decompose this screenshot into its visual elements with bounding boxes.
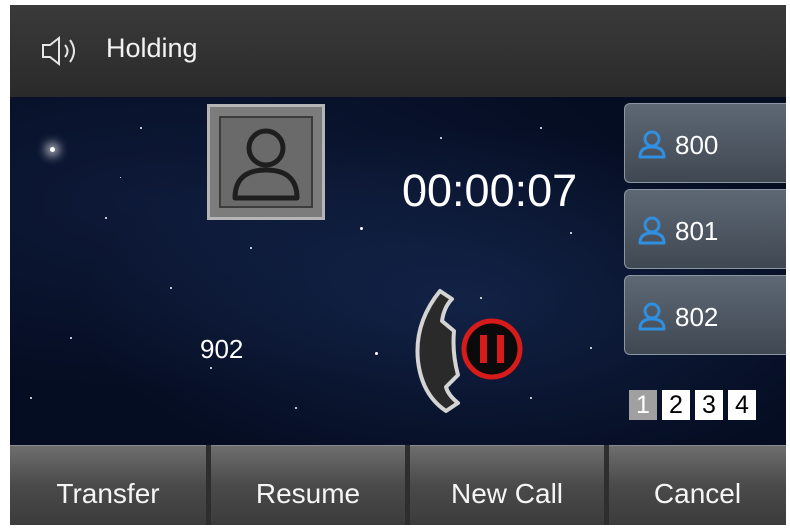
line-key-label: 801 bbox=[675, 216, 719, 246]
line-key-label: 802 bbox=[675, 302, 719, 332]
line-key-802[interactable]: 802 bbox=[624, 275, 786, 355]
person-icon bbox=[232, 128, 300, 201]
contact-icon bbox=[638, 130, 666, 159]
contact-icon bbox=[638, 302, 666, 331]
resume-button[interactable]: Resume bbox=[211, 445, 405, 525]
line-key-801[interactable]: 801 bbox=[624, 189, 786, 269]
line-key-800[interactable]: 800 bbox=[624, 103, 786, 183]
call-state-title: Holding bbox=[106, 33, 198, 63]
call-hold-icon bbox=[415, 289, 523, 413]
call-duration: 00:00:07 bbox=[402, 165, 578, 216]
line-key-label: 800 bbox=[675, 130, 719, 160]
new-call-button[interactable]: New Call bbox=[410, 445, 604, 525]
status-header: Holding bbox=[10, 5, 786, 98]
cancel-button[interactable]: Cancel bbox=[609, 445, 786, 525]
phone-screen: Holding 00:00:07 902 800 801 802 1 2 3 4… bbox=[10, 5, 786, 525]
page-indicator: 1 2 3 4 bbox=[629, 390, 781, 420]
page-4[interactable]: 4 bbox=[728, 390, 756, 420]
page-2[interactable]: 2 bbox=[662, 390, 690, 420]
page-1[interactable]: 1 bbox=[629, 390, 657, 420]
contact-avatar bbox=[207, 104, 325, 220]
page-3[interactable]: 3 bbox=[695, 390, 723, 420]
speaker-icon bbox=[42, 35, 75, 67]
transfer-button[interactable]: Transfer bbox=[10, 445, 206, 525]
contact-icon bbox=[638, 216, 666, 245]
remote-number: 902 bbox=[200, 334, 244, 364]
softkey-bar: Transfer Resume New Call Cancel bbox=[10, 445, 786, 525]
